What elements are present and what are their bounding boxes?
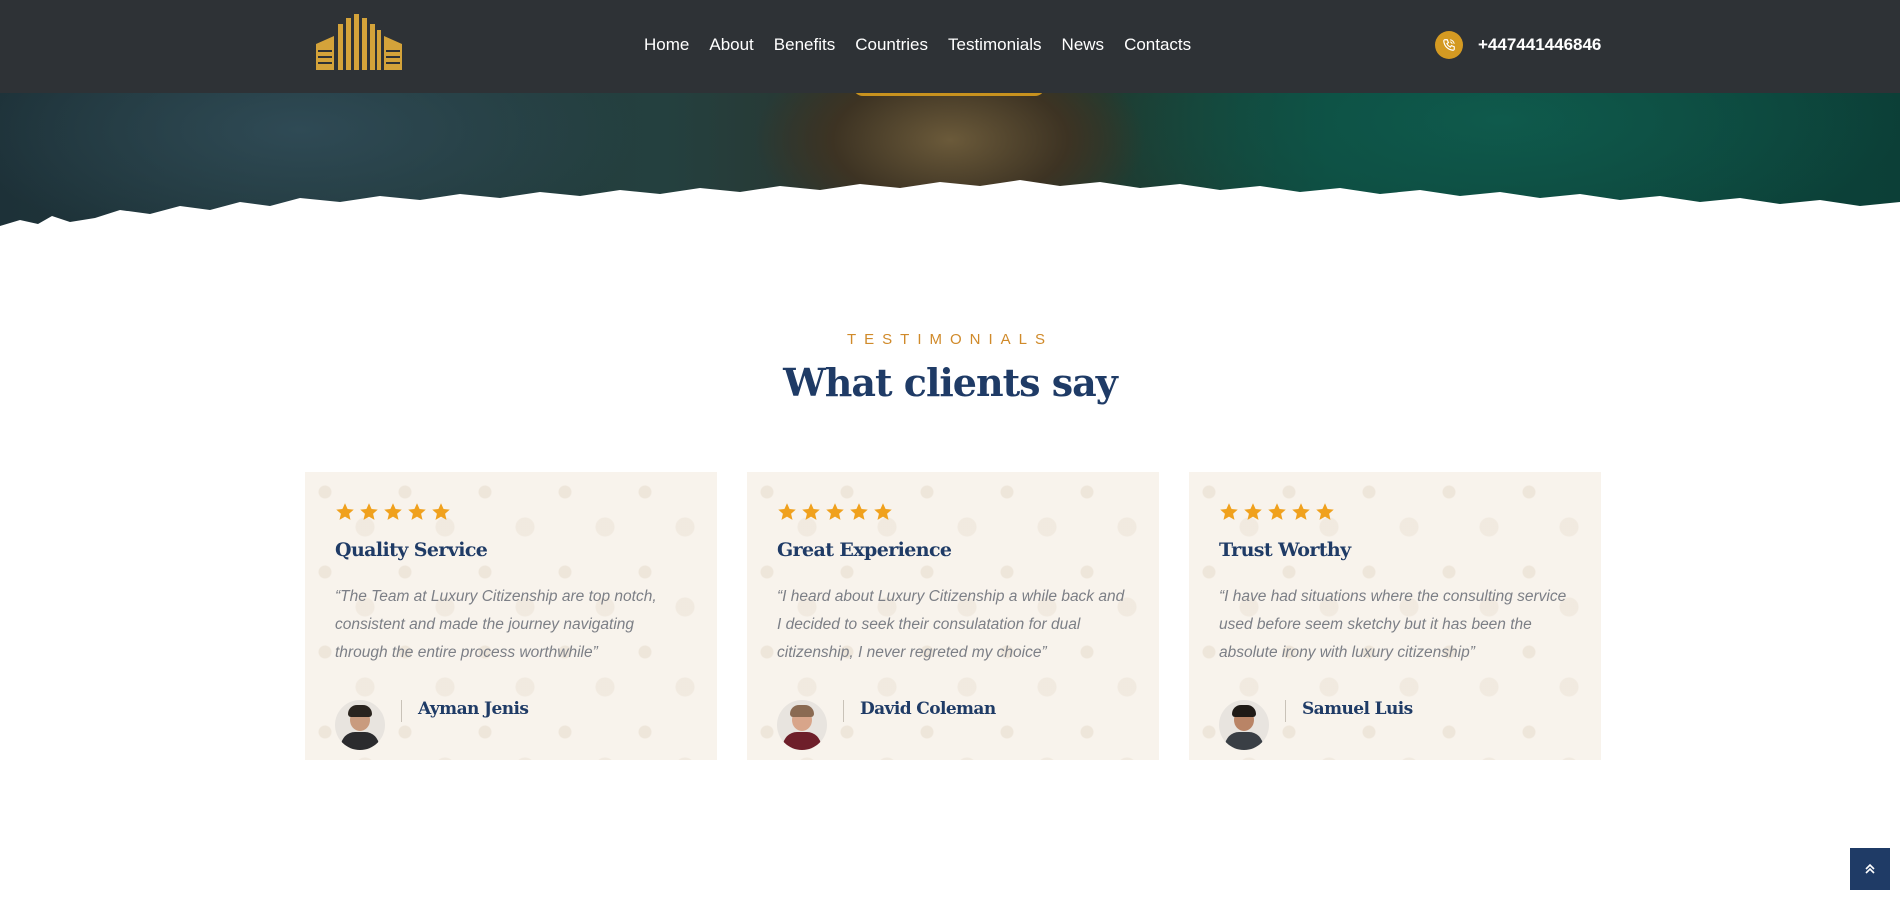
section-title: What clients say	[783, 360, 1118, 405]
author-divider	[401, 700, 402, 722]
star-icon	[874, 503, 892, 520]
testimonial-quote: “I have had situations where the consult…	[1219, 588, 1567, 661]
star-icon	[360, 503, 378, 520]
author-name: Samuel Luis	[1302, 699, 1413, 719]
site-header: Home About Benefits Countries Testimonia…	[0, 0, 1900, 93]
testimonial-author: Ayman Jenis	[335, 699, 529, 750]
nav-news[interactable]: News	[1052, 34, 1115, 56]
avatar	[335, 700, 385, 750]
testimonial-title: Great Experience	[777, 539, 952, 561]
author-divider	[843, 700, 844, 722]
star-rating	[777, 502, 1129, 524]
star-icon	[336, 503, 354, 520]
torn-paper-edge	[0, 180, 1900, 240]
nav-countries[interactable]: Countries	[845, 34, 938, 56]
star-icon	[1292, 503, 1310, 520]
building-logo-icon[interactable]	[316, 14, 402, 70]
testimonial-title: Trust Worthy	[1219, 539, 1351, 561]
phone-number[interactable]: +447441446846	[1478, 35, 1601, 55]
star-icon	[1268, 503, 1286, 520]
star-icon	[384, 503, 402, 520]
star-icon	[826, 503, 844, 520]
nav-testimonials[interactable]: Testimonials	[938, 34, 1052, 56]
star-rating	[1219, 502, 1571, 524]
testimonial-author: Samuel Luis	[1219, 699, 1413, 750]
star-icon	[1316, 503, 1334, 520]
phone-contact[interactable]: +447441446846	[1435, 31, 1601, 59]
star-icon	[1244, 503, 1262, 520]
star-icon	[850, 503, 868, 520]
nav-about[interactable]: About	[699, 34, 763, 56]
testimonial-card: Trust Worthy “I have had situations wher…	[1189, 472, 1601, 760]
testimonial-quote: “The Team at Luxury Citizenship are top …	[335, 588, 657, 661]
star-icon	[1220, 503, 1238, 520]
main-nav: Home About Benefits Countries Testimonia…	[634, 34, 1201, 56]
star-rating	[335, 502, 687, 524]
testimonial-author: David Coleman	[777, 699, 996, 750]
testimonial-quote: “I heard about Luxury Citizenship a whil…	[777, 588, 1125, 661]
nav-home[interactable]: Home	[634, 34, 699, 56]
avatar	[777, 700, 827, 750]
star-icon	[802, 503, 820, 520]
phone-icon	[1435, 31, 1463, 59]
testimonial-card: Great Experience “I heard about Luxury C…	[747, 472, 1159, 760]
star-icon	[408, 503, 426, 520]
testimonial-title: Quality Service	[335, 539, 488, 561]
nav-benefits[interactable]: Benefits	[764, 34, 845, 56]
scroll-to-top-button[interactable]	[1850, 848, 1890, 890]
double-chevron-up-icon	[1865, 863, 1875, 874]
author-divider	[1285, 700, 1286, 722]
section-eyebrow: TESTIMONIALS	[846, 331, 1054, 348]
nav-contacts[interactable]: Contacts	[1114, 34, 1201, 56]
avatar	[1219, 700, 1269, 750]
author-name: Ayman Jenis	[418, 699, 529, 719]
testimonial-card: Quality Service “The Team at Luxury Citi…	[305, 472, 717, 760]
star-icon	[778, 503, 796, 520]
author-name: David Coleman	[860, 699, 996, 719]
star-icon	[432, 503, 450, 520]
